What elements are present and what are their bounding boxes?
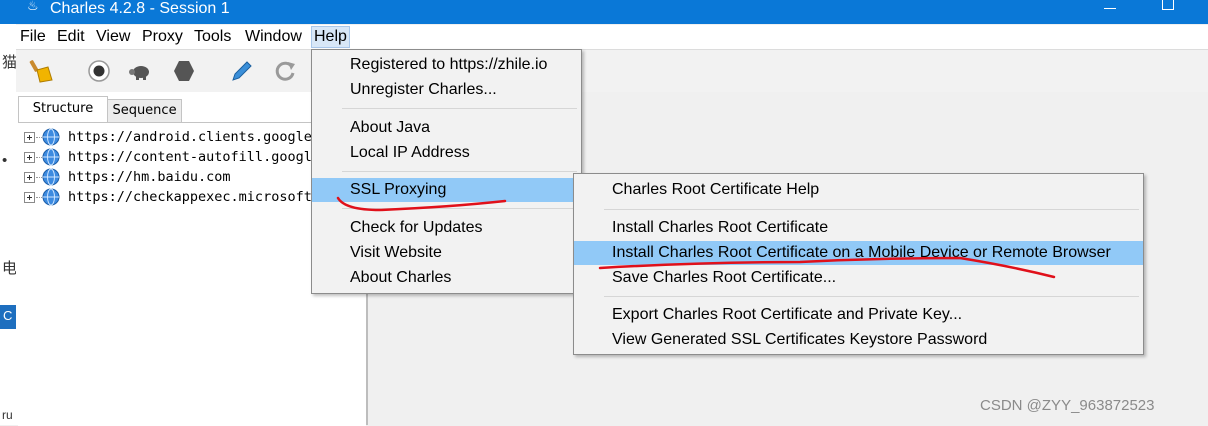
menu-item-registered[interactable]: Registered to https://zhile.io [312, 53, 581, 77]
background-glyph: C [3, 308, 13, 323]
menu-separator [604, 296, 1139, 297]
menu-item-save-root-cert[interactable]: Save Charles Root Certificate... [574, 266, 1143, 290]
menu-separator [604, 209, 1139, 210]
broom-icon[interactable] [28, 58, 54, 84]
background-glyph: • [2, 152, 8, 169]
maximize-button[interactable] [1150, 0, 1180, 20]
menu-item-label: Charles Root Certificate Help [612, 181, 820, 198]
menu-view[interactable]: View [96, 28, 130, 48]
tab-structure[interactable]: Structure [18, 96, 108, 123]
menu-item-label: Save Charles Root Certificate... [612, 269, 837, 286]
menu-item-about-java[interactable]: About Java [312, 116, 581, 140]
menu-window[interactable]: Window [245, 28, 302, 48]
maximize-icon [1162, 0, 1174, 10]
breakpoint-hexagon-icon[interactable] [171, 58, 197, 84]
menu-item-install-root-cert[interactable]: Install Charles Root Certificate [574, 216, 1143, 240]
menu-item-local-ip[interactable]: Local IP Address [312, 141, 581, 165]
expand-icon[interactable] [24, 152, 35, 163]
globe-icon [42, 168, 60, 186]
menu-item-label: Local IP Address [350, 144, 470, 161]
menu-item-label: View Generated SSL Certificates Keystore… [612, 331, 988, 348]
menu-separator [342, 171, 577, 172]
tree-item-label: https://content-autofill.googl [68, 149, 312, 165]
menu-item-label: Check for Updates [350, 219, 483, 236]
menu-item-label: Visit Website [350, 244, 442, 261]
repeat-icon[interactable] [272, 58, 298, 84]
throttle-turtle-icon[interactable] [127, 58, 153, 84]
globe-icon [42, 128, 60, 146]
menu-item-label: About Java [350, 119, 431, 136]
record-icon[interactable] [86, 58, 112, 84]
menu-edit[interactable]: Edit [57, 28, 85, 48]
menu-item-label: SSL Proxying [350, 181, 447, 198]
watermark: CSDN @ZYY_963872523 [980, 397, 1155, 414]
menu-item-label: Export Charles Root Certificate and Priv… [612, 306, 963, 323]
menu-item-label: Install Charles Root Certificate on a Mo… [612, 244, 1111, 261]
menu-proxy[interactable]: Proxy [142, 28, 183, 48]
menu-item-export-cert-key[interactable]: Export Charles Root Certificate and Priv… [574, 303, 1143, 327]
menu-item-install-cert-mobile[interactable]: Install Charles Root Certificate on a Mo… [574, 241, 1143, 265]
menu-bar: File Edit View Proxy Tools Window Help [16, 25, 1208, 50]
menu-item-label: Install Charles Root Certificate [612, 219, 829, 236]
expand-icon[interactable] [24, 172, 35, 183]
menu-file[interactable]: File [20, 28, 46, 48]
toolbar [16, 50, 1208, 92]
tree-item-label: https://android.clients.google. [68, 129, 320, 145]
menu-separator [342, 208, 577, 209]
background-glyph: 猫 [2, 54, 18, 71]
background-glyph: 电 [2, 260, 18, 277]
menu-item-label: About Charles [350, 269, 452, 286]
charles-pot-icon: ♨ [27, 0, 39, 13]
window-title: Charles 4.2.8 - Session 1 [50, 0, 230, 17]
background-window-tab: C [0, 305, 16, 329]
menu-tools[interactable]: Tools [194, 28, 231, 48]
help-menu-dropdown: Registered to https://zhile.io Unregiste… [311, 49, 582, 294]
title-bar: ♨ Charles 4.2.8 - Session 1 [0, 0, 1208, 24]
ssl-proxying-submenu: Charles Root Certificate Help Install Ch… [573, 173, 1144, 355]
menu-item-about-charles[interactable]: About Charles [312, 266, 581, 290]
menu-item-label: Unregister Charles... [350, 81, 497, 98]
menu-item-root-cert-help[interactable]: Charles Root Certificate Help [574, 178, 1143, 202]
expand-icon[interactable] [24, 192, 35, 203]
menu-item-unregister[interactable]: Unregister Charles... [312, 78, 581, 102]
globe-icon [42, 148, 60, 166]
compose-pen-icon[interactable] [229, 58, 255, 84]
menu-item-label: Registered to https://zhile.io [350, 56, 548, 73]
background-window-strip: 猫 • 电 ru [0, 24, 18, 425]
background-glyph: ru [2, 408, 13, 422]
menu-item-check-updates[interactable]: Check for Updates [312, 216, 581, 240]
menu-item-ssl-proxying[interactable]: SSL Proxying › [312, 178, 581, 202]
minimize-button[interactable] [1094, 0, 1124, 20]
expand-icon[interactable] [24, 132, 35, 143]
menu-separator [342, 108, 577, 109]
menu-item-visit-website[interactable]: Visit Website [312, 241, 581, 265]
tree-item-label: https://hm.baidu.com [68, 169, 231, 185]
menu-help[interactable]: Help [311, 26, 350, 48]
globe-icon [42, 188, 60, 206]
tab-sequence[interactable]: Sequence [107, 99, 182, 123]
menu-item-view-keystore-password[interactable]: View Generated SSL Certificates Keystore… [574, 328, 1143, 352]
minimize-icon [1104, 8, 1116, 9]
tree-item-label: https://checkappexec.microsoft. [68, 189, 320, 205]
